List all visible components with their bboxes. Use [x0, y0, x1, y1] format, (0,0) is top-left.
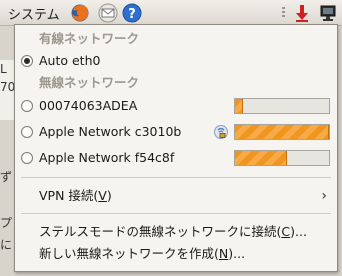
new-network-label: 新しい無線ネットワークを作成(N)... [39, 246, 246, 261]
connect-hidden-network-item[interactable]: ステルスモードの無線ネットワークに接続(C)... [15, 221, 337, 243]
radio-selected-icon [21, 55, 33, 67]
vpn-connections-item[interactable]: VPN 接続(V) › [15, 185, 337, 207]
system-menu[interactable]: システム [8, 4, 60, 23]
radio-icon [21, 100, 33, 112]
wireless-network-item[interactable]: 00074063ADEA [15, 95, 337, 117]
menu-separator [21, 177, 331, 178]
network-label: Apple Network f54c8f [39, 150, 175, 165]
background-text: 70 [0, 80, 16, 94]
firefox-icon[interactable] [70, 3, 90, 23]
svg-text:?: ? [128, 7, 136, 22]
radio-icon [21, 152, 33, 164]
wired-heading: 有線ネットワーク [39, 31, 140, 46]
signal-strength-bar [234, 98, 330, 114]
background-text: に [0, 238, 13, 252]
network-label: Auto eth0 [39, 53, 101, 68]
help-icon[interactable]: ? [122, 3, 142, 23]
signal-strength-bar [234, 150, 330, 166]
network-icon[interactable] [318, 3, 338, 23]
background-text: ず [0, 170, 13, 184]
mail-icon[interactable] [98, 3, 118, 23]
wireless-network-item[interactable]: Apple Network f54c8f [15, 147, 337, 169]
top-panel: システム ? [0, 0, 342, 26]
hidden-network-label: ステルスモードの無線ネットワークに接続(C)... [39, 224, 307, 239]
background-text: プ [0, 216, 13, 230]
network-menu: 有線ネットワーク Auto eth0 無線ネットワーク 00074063ADEA… [14, 24, 338, 272]
tray-handle [282, 7, 285, 18]
wireless-network-item[interactable]: Apple Network c3010b [15, 121, 337, 143]
update-icon[interactable] [292, 3, 312, 23]
network-label: Apple Network c3010b [39, 124, 182, 139]
background-text: L [0, 62, 7, 76]
wireless-heading: 無線ネットワーク [39, 75, 140, 90]
vpn-label: VPN 接続(V) [39, 188, 112, 203]
chevron-right-icon: › [321, 188, 327, 204]
signal-strength-bar [234, 124, 330, 140]
radio-icon [21, 126, 33, 138]
wired-network-item[interactable]: Auto eth0 [15, 50, 337, 72]
menu-separator [21, 213, 331, 214]
create-wireless-network-item[interactable]: 新しい無線ネットワークを作成(N)... [15, 243, 337, 265]
lock-icon [213, 124, 229, 140]
network-label: 00074063ADEA [39, 98, 138, 113]
